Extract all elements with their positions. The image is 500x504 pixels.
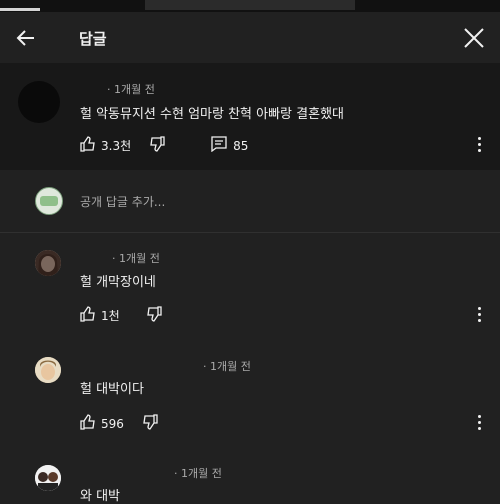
- like-count: 1천: [101, 309, 120, 323]
- back-arrow-icon[interactable]: [14, 26, 38, 50]
- video-thumbnail-strip: [145, 0, 355, 10]
- add-reply-input[interactable]: 공개 답글 추가...: [80, 193, 165, 210]
- video-strip: [0, 0, 500, 12]
- dislike-button[interactable]: [149, 136, 165, 155]
- like-button[interactable]: 1천: [80, 306, 120, 325]
- avatar[interactable]: [35, 357, 61, 383]
- thumb-up-icon: [80, 306, 96, 325]
- dislike-button[interactable]: [146, 306, 162, 325]
- parent-comment: · 1개월 전 헐 악동뮤지션 수현 엄마랑 찬혁 아빠랑 결혼했대 3.3천 …: [0, 63, 500, 170]
- replies-header: 답글: [0, 12, 500, 62]
- page-title: 답글: [79, 30, 107, 48]
- thumb-up-icon: [80, 414, 96, 433]
- reply-count: 85: [233, 138, 249, 153]
- like-button[interactable]: 3.3천: [80, 136, 131, 155]
- comment-time: · 1개월 전: [112, 252, 160, 265]
- comment-time: · 1개월 전: [107, 83, 155, 96]
- avatar[interactable]: [35, 250, 61, 276]
- comment-text: 헐 악동뮤지션 수현 엄마랑 찬혁 아빠랑 결혼했대: [80, 107, 344, 122]
- like-button[interactable]: 596: [80, 414, 124, 433]
- reply-item: · 1개월 전 헐 개막장이네 1천: [0, 233, 500, 341]
- thumb-down-icon: [146, 306, 162, 325]
- reply-count-button[interactable]: 85: [211, 136, 248, 155]
- close-icon[interactable]: [462, 26, 486, 50]
- comment-text: 헐 대박이다: [80, 382, 144, 397]
- more-vert-icon[interactable]: [478, 307, 482, 323]
- thumb-up-icon: [80, 136, 96, 155]
- more-vert-icon[interactable]: [478, 415, 482, 431]
- comment-text: 헐 개막장이네: [80, 275, 156, 290]
- comment-time: · 1개월 전: [203, 360, 251, 373]
- avatar[interactable]: [35, 465, 61, 491]
- thumb-down-icon: [142, 414, 158, 433]
- avatar[interactable]: [18, 81, 60, 123]
- add-reply-row[interactable]: 공개 답글 추가...: [0, 170, 500, 232]
- reply-item: · 1개월 전 헐 대박이다 596: [0, 341, 500, 449]
- like-count: 3.3천: [101, 139, 132, 153]
- reply-item: · 1개월 전 와 대박: [0, 449, 500, 504]
- video-progress: [0, 8, 40, 11]
- comment-time: · 1개월 전: [174, 467, 222, 480]
- like-count: 596: [101, 416, 124, 431]
- comment-icon: [211, 136, 227, 155]
- thumb-down-icon: [149, 136, 165, 155]
- avatar: [35, 187, 63, 215]
- more-vert-icon[interactable]: [478, 137, 482, 153]
- dislike-button[interactable]: [142, 414, 158, 433]
- comment-text: 와 대박: [80, 489, 121, 504]
